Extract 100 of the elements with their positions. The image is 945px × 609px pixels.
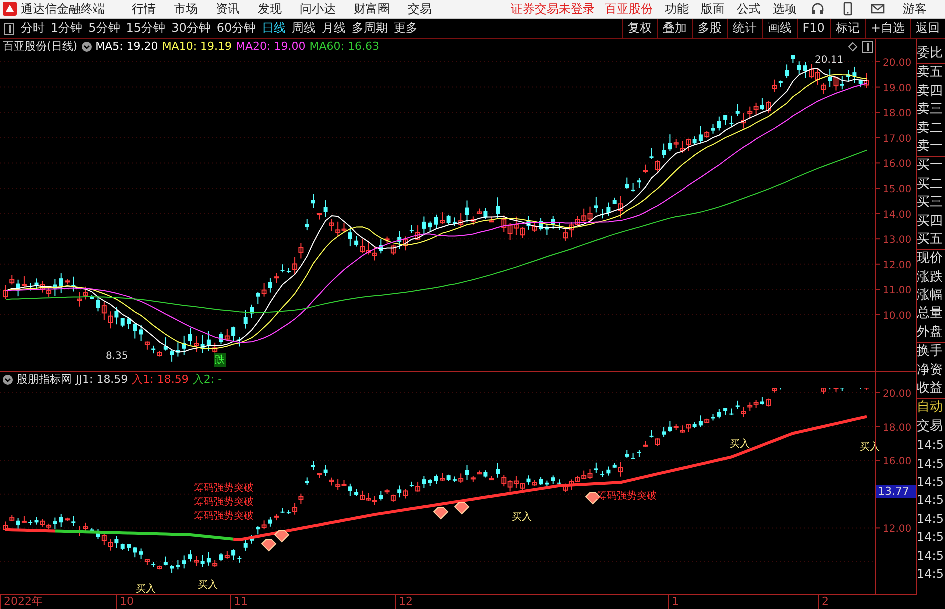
axis-label: 10.00 [883,311,912,322]
cursor-price-label: 13.77 [876,485,916,498]
quote-field-label: 卖五 [917,63,945,83]
moving-average-value: MA5: 19.20 [96,40,158,54]
buy-signal-label: 买入 [136,582,156,596]
toolbar-button[interactable]: 叠加 [656,19,692,38]
price-extreme-label: 8.35 [106,351,128,362]
indicator-name: 股朋指标网 [17,372,72,388]
menu-item[interactable]: 功能 [665,0,689,18]
trade-time: 14:5 [917,529,945,546]
menu-item[interactable]: 选项 [773,0,797,18]
axis-label: 17.00 [883,134,912,145]
menu-item[interactable]: 行情 [132,0,156,18]
period-tab[interactable]: 15分钟 [123,20,169,37]
toolbar-button[interactable]: 返回 [910,19,945,38]
menu-item[interactable]: 资讯 [216,0,240,18]
date-axis-label: 11 [230,595,248,609]
axis-label: 18.00 [883,108,912,120]
trade-time: 14:5 [917,510,945,528]
moving-average-value: MA10: 19.19 [162,40,232,54]
period-tab[interactable]: 月线 [319,20,350,37]
axis-label: 12.00 [883,260,912,272]
trade-time: 14:5 [917,474,945,491]
date-axis-label: 12 [395,595,413,609]
quote-field-label: 现价 [917,249,945,269]
trade-time: 14:5 [917,548,945,565]
toolbar-button[interactable]: F10 [796,19,830,38]
quote-field-label: 买二 [917,176,944,194]
period-tab[interactable]: 60分钟 [214,20,260,37]
moving-average-value: MA60: 16.63 [310,40,380,54]
axis-label: 20.00 [883,58,912,69]
axis-label: 15.00 [883,184,912,196]
period-tab[interactable]: 多周期 [349,20,392,37]
toolbar-button[interactable]: 复权 [622,19,657,38]
axis-label: 13.00 [883,235,912,246]
quote-field-label: 卖一 [917,138,944,156]
quote-field-label: 换手 [917,342,945,362]
breakout-signal-label: 筹码强势突破 [194,496,254,509]
period-tab[interactable]: 5分钟 [86,20,124,37]
period-tab[interactable]: 30分钟 [168,20,214,37]
menu-item[interactable]: 发现 [258,0,282,18]
period-tab[interactable]: 1分钟 [48,20,86,37]
indicator-value: 入2: - [192,372,222,388]
menu-item[interactable]: 财富圈 [354,0,390,18]
axis-label: 18.00 [883,422,912,434]
quote-field-label: 收益 [917,380,944,398]
date-axis-label: 1 [668,595,679,609]
breakout-signal-label: 筹码强势突破 [194,482,254,495]
quote-field-label: 卖三 [917,101,944,120]
quote-field-label: 买三 [917,194,944,212]
menu-item[interactable]: 交易 [408,0,432,18]
stock-name-link[interactable]: 百亚股份 [605,0,653,18]
quote-field-label: 卖二 [917,120,944,138]
buy-signal-label: 买入 [730,438,750,451]
app-title: 通达信金融终端 [21,0,105,18]
trade-time: 14:5 [917,566,945,583]
toolbar-button[interactable]: 统计 [726,19,762,38]
quote-field-label: 买五 [917,230,944,249]
moving-average-value: MA20: 19.00 [236,40,306,54]
axis-label: 16.00 [883,159,912,170]
indicator-value: JJ1: 18.59 [76,373,128,386]
trade-time: 14:5 [917,437,945,454]
quote-field-label: 涨幅 [917,287,944,306]
quote-field-label: 总量 [917,305,944,324]
menu-item[interactable]: 问小达 [300,0,336,18]
buy-signal-label: 买入 [512,510,532,524]
trade-time: 14:5 [917,492,945,510]
trade-time: 14:5 [917,456,945,473]
date-axis-label: 2022年 [0,595,43,609]
axis-label: 11.00 [883,286,912,297]
quote-field-label: 涨跌 [917,268,944,287]
menu-item[interactable]: 版面 [701,0,725,18]
toolbar-button[interactable]: 画线 [762,19,797,38]
quote-field-label: 买四 [917,212,944,231]
quote-field-label: 外盘 [917,324,944,342]
buy-signal-label: 买入 [198,578,218,592]
axis-label: 20.00 [883,389,912,400]
period-tab[interactable]: 更多 [391,20,422,37]
menu-item[interactable]: 市场 [174,0,198,18]
axis-label: 19.00 [883,83,912,94]
indicator-value: 入1: 18.59 [132,372,189,388]
period-tab[interactable]: 周线 [289,20,320,37]
toolbar-button[interactable]: 标记 [830,19,865,38]
date-axis-label: 10 [116,595,134,609]
guest-user-link[interactable]: 游客 [903,0,927,18]
axis-label: 14.00 [883,210,912,221]
quote-field-label: 卖四 [917,82,944,101]
toolbar-button[interactable]: +自选 [864,19,910,38]
chart-title: 百亚股份(日线) [3,39,78,54]
period-tab[interactable]: 日线 [259,20,290,37]
login-status-link[interactable]: 证券交易未登录 [511,0,595,18]
auto-trade-label: 自动 [917,398,945,418]
axis-label: 16.00 [883,456,912,468]
quote-field-label: 委比 [917,45,944,63]
trade-label: 交易 [917,418,944,436]
period-tab[interactable]: 分时 [18,20,48,37]
quote-field-label: 净资 [917,362,944,380]
toolbar-button[interactable]: 多股 [692,19,727,38]
quote-field-label: 买一 [917,156,945,176]
menu-item[interactable]: 公式 [737,0,761,18]
